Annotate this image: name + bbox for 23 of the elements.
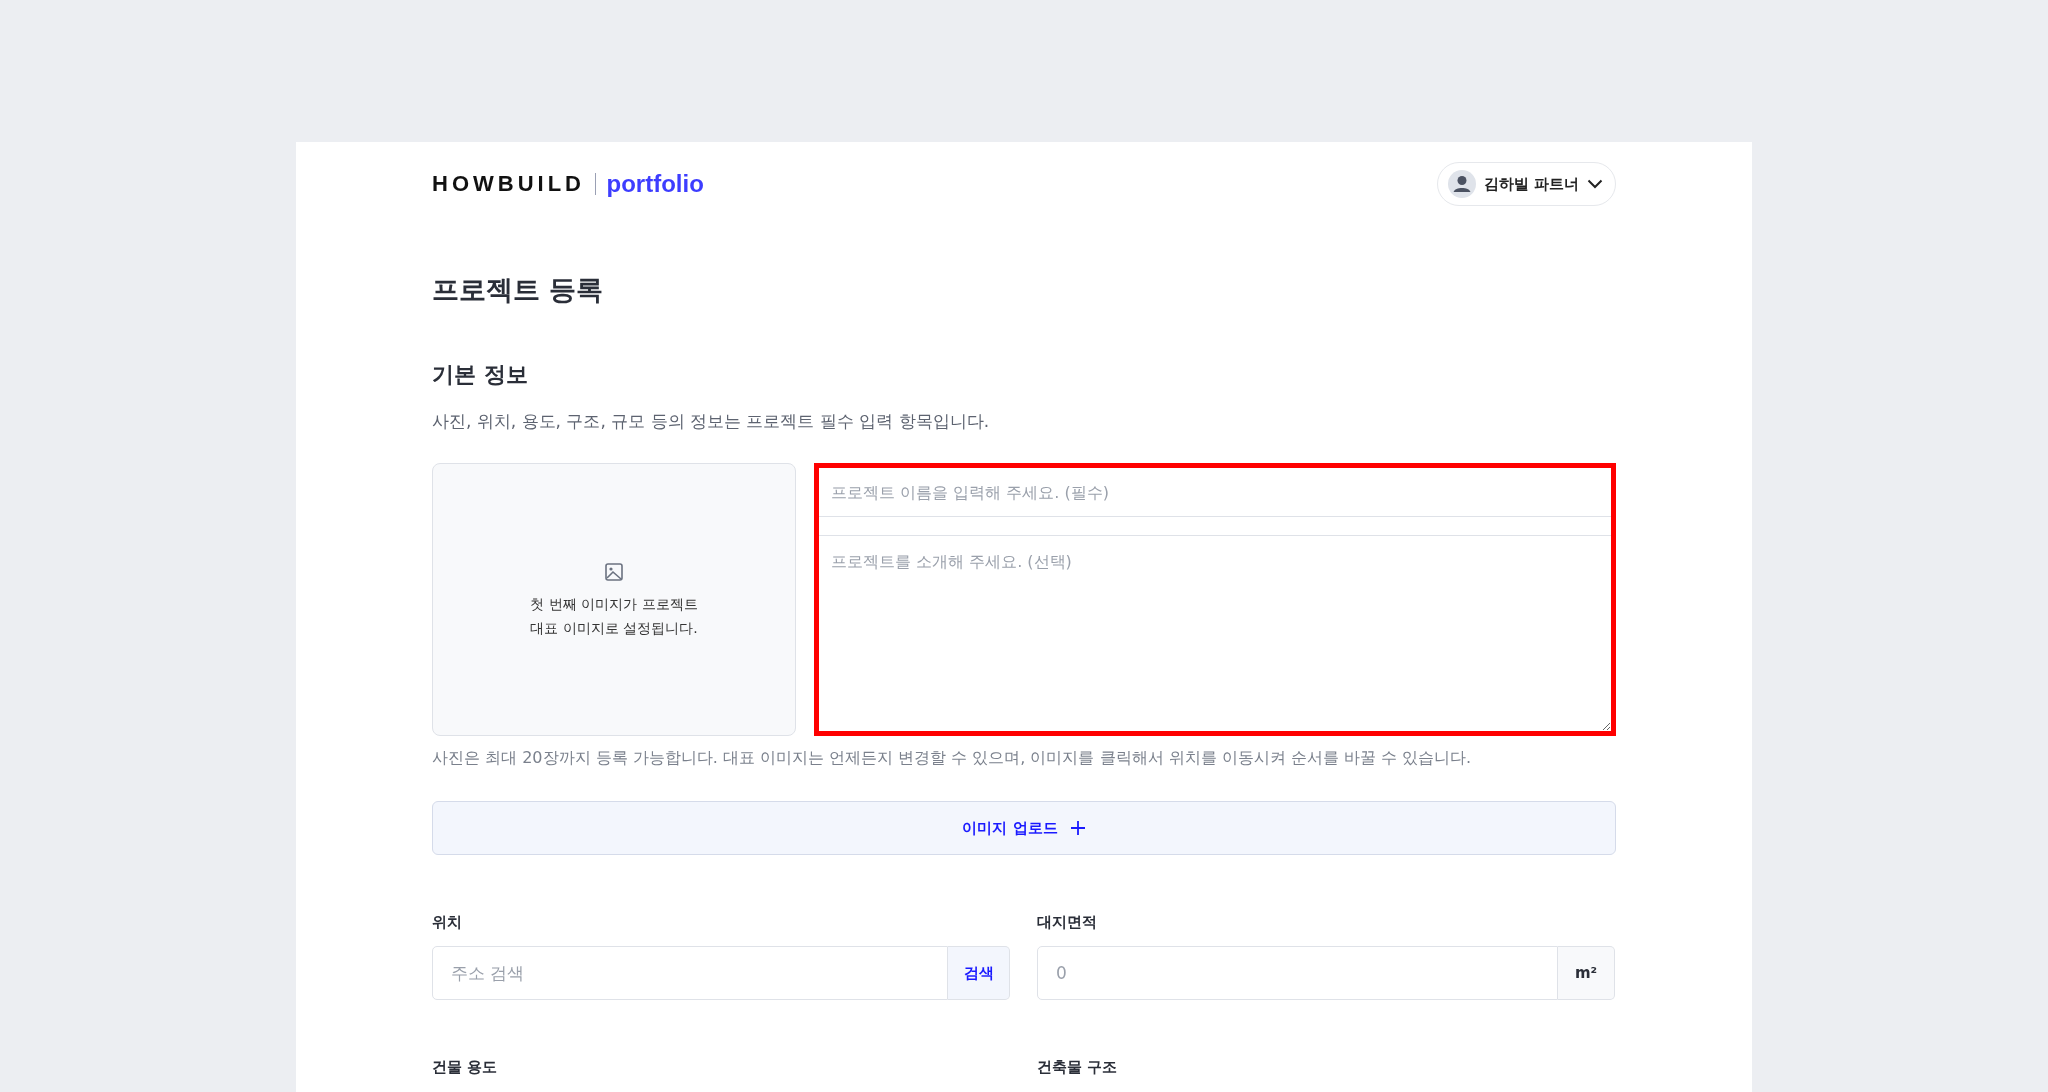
field-label: 건축물 구조 bbox=[1037, 1058, 1119, 1077]
logo-subtitle: portfolio bbox=[606, 170, 704, 198]
image-upload-button[interactable]: 이미지 업로드 bbox=[432, 801, 1616, 855]
unit-suffix: m² bbox=[1558, 946, 1615, 1000]
image-hint-text: 첫 번째 이미지가 프로젝트 bbox=[530, 595, 698, 614]
image-drop-area[interactable]: 첫 번째 이미지가 프로젝트 대표 이미지로 설정됩니다. bbox=[432, 463, 796, 736]
chevron-down-icon bbox=[1587, 179, 1603, 189]
address-search-field[interactable]: 주소 검색 bbox=[432, 946, 948, 1000]
plus-icon bbox=[1069, 820, 1086, 836]
section-description: 사진, 위치, 용도, 구조, 규모 등의 정보는 프로젝트 필수 입력 항목입니다. bbox=[432, 410, 991, 433]
avatar-icon bbox=[1447, 170, 1476, 198]
area-field[interactable]: 0 bbox=[1037, 946, 1558, 1000]
page-title: 프로젝트 등록 bbox=[432, 273, 605, 307]
user-menu-button[interactable]: 김하빌 파트너 bbox=[1436, 162, 1616, 206]
image-icon bbox=[604, 561, 624, 582]
image-hint-text: 대표 이미지로 설정됩니다. bbox=[530, 619, 698, 638]
section-title: 기본 정보 bbox=[432, 361, 529, 389]
field-label: 위치 bbox=[432, 913, 463, 932]
search-button[interactable]: 검색 bbox=[948, 946, 1010, 1000]
photo-note: 사진은 최대 20장까지 등록 가능합니다. 대표 이미지는 언제든지 변경할 수 있으며, 이미지를 클릭해서 위치를 이동시켜 순서를 바꿀 수 있습니다. bbox=[432, 748, 1473, 769]
field-label: 대지면적 bbox=[1037, 913, 1098, 932]
logo-text: HOWBUILD bbox=[432, 171, 585, 197]
field-label: 건물 용도 bbox=[432, 1058, 499, 1077]
